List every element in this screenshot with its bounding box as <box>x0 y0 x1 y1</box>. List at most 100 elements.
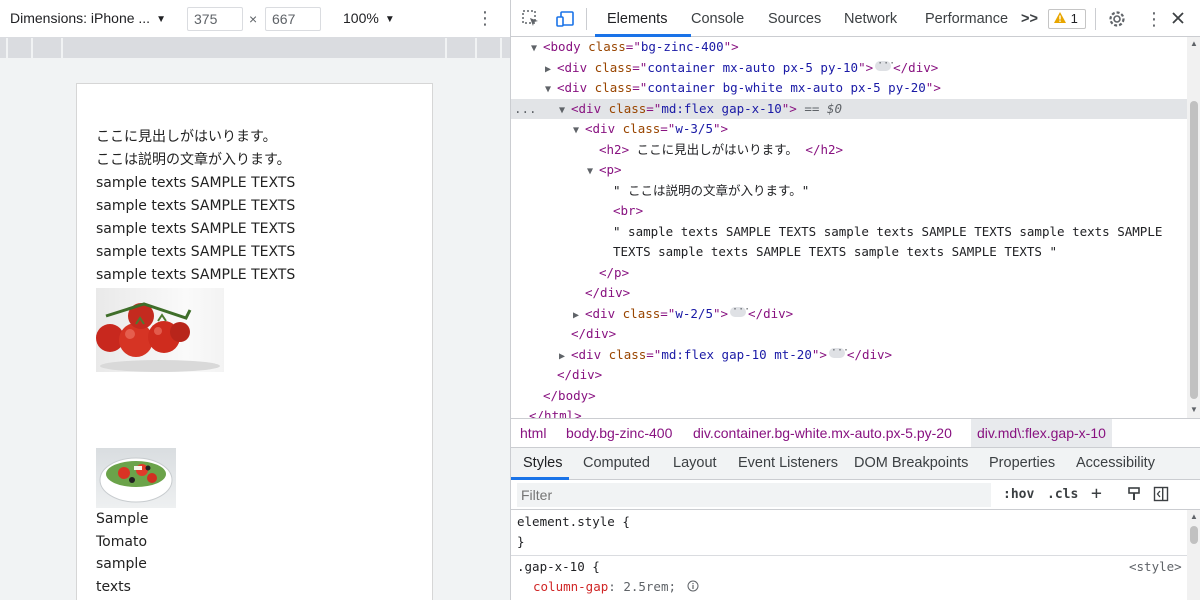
hover-state-toggle[interactable]: :hov <box>1003 487 1034 502</box>
tab-performance[interactable]: Performance <box>925 11 1008 27</box>
dom-node-div-close[interactable]: </div> <box>511 283 1187 304</box>
tab-dom-breakpoints[interactable]: DOM Breakpoints <box>854 455 968 471</box>
node-actions-dots[interactable]: ... <box>514 99 537 120</box>
attr-name: class <box>594 59 633 75</box>
styles-pane[interactable]: element.style { } .gap-x-10 { <style> co… <box>511 510 1187 600</box>
collapse-triangle-icon[interactable]: ▼ <box>573 121 585 142</box>
scroll-down-arrow-icon[interactable]: ▼ <box>1190 405 1198 414</box>
settings-gear-icon[interactable] <box>1107 9 1127 32</box>
dom-text-node[interactable]: " ここは説明の文章が入ります。" <box>511 181 1187 202</box>
tag-text: </html> <box>529 408 582 418</box>
dom-text-node-continued[interactable]: TEXTS sample texts SAMPLE TEXTS sample t… <box>511 242 1187 263</box>
more-tabs-button[interactable]: >> <box>1021 11 1038 27</box>
expand-triangle-icon[interactable]: ▶ <box>573 306 585 327</box>
dom-node-br[interactable]: <br> <box>511 201 1187 222</box>
dom-node-body-close[interactable]: </body> <box>511 386 1187 407</box>
device-toolbar-icon[interactable] <box>555 9 575 32</box>
tab-network[interactable]: Network <box>844 11 897 27</box>
tab-console[interactable]: Console <box>691 11 744 27</box>
dom-node-body[interactable]: ▼ <body class="bg-zinc-400"> <box>511 37 1187 58</box>
dom-node-div[interactable]: ▶<div class="md:flex gap-10 mt-20"> </div… <box>511 341 1187 368</box>
dom-node-p-close[interactable]: </p> <box>511 263 1187 284</box>
dom-node-div[interactable]: ▶<div class="w-2/5"> </div> <box>511 300 1187 327</box>
collapse-triangle-icon[interactable]: ▼ <box>559 101 571 122</box>
collapsed-content-ellipsis[interactable] <box>730 300 750 320</box>
dom-node-div[interactable]: ▶ <div class="container mx-auto px-5 py-1… <box>511 54 1187 81</box>
tag-text: </body> <box>543 387 596 403</box>
tag-text: </div> <box>748 305 794 321</box>
dom-node-div[interactable]: ▼ <div class="container bg-white mx-auto … <box>511 78 1187 99</box>
tab-properties[interactable]: Properties <box>989 455 1055 471</box>
element-style-selector[interactable]: element.style { <box>517 512 630 532</box>
dom-node-div[interactable]: ▼ <div class="w-3/5"> <box>511 119 1187 140</box>
rule-source-link[interactable]: <style> <box>1129 557 1182 577</box>
dom-node-h2[interactable]: <h2> ここに見出しがはいります。 </h2> <box>511 140 1187 161</box>
media-query-segment[interactable] <box>0 38 8 58</box>
css-property-value[interactable]: 2.5rem; <box>623 579 676 594</box>
breadcrumb-item-html[interactable]: html <box>520 425 546 441</box>
media-query-segment[interactable] <box>477 38 502 58</box>
collapse-triangle-icon[interactable]: ▼ <box>531 39 543 60</box>
styles-scrollbar[interactable]: ▲ <box>1187 510 1200 600</box>
dom-node-p[interactable]: ▼ <p> <box>511 160 1187 181</box>
expand-triangle-icon[interactable]: ▶ <box>545 60 557 81</box>
tab-computed[interactable]: Computed <box>583 455 650 471</box>
tab-styles[interactable]: Styles <box>523 455 563 471</box>
expand-triangle-icon[interactable]: ▶ <box>559 347 571 368</box>
tab-elements[interactable]: Elements <box>607 11 667 27</box>
css-declaration[interactable]: column-gap: 2.5rem; <box>533 577 699 597</box>
customize-menu-icon[interactable]: ⋮ <box>1145 9 1163 29</box>
dom-tree-scrollbar[interactable]: ▲ ▼ <box>1187 37 1200 418</box>
media-query-segment[interactable] <box>8 38 33 58</box>
tab-layout[interactable]: Layout <box>673 455 717 471</box>
collapsed-content-ellipsis[interactable] <box>875 54 895 74</box>
css-property-name[interactable]: column-gap <box>533 579 608 594</box>
add-rule-plus-icon[interactable]: + <box>1091 483 1102 504</box>
attr-name: class <box>622 305 661 321</box>
paint-brush-icon[interactable] <box>1126 486 1142 506</box>
collapse-triangle-icon[interactable]: ▼ <box>545 80 557 101</box>
collapsed-content-ellipsis[interactable] <box>828 341 849 361</box>
breadcrumb-item-current[interactable]: div.md\:flex.gap-x-10 <box>971 419 1112 447</box>
tab-sources[interactable]: Sources <box>768 11 821 27</box>
zoom-select[interactable]: 100% ▼ <box>343 10 395 26</box>
tab-event-listeners[interactable]: Event Listeners <box>738 455 838 471</box>
tag-text: =" <box>660 121 676 136</box>
scrollbar-thumb[interactable] <box>1190 526 1198 544</box>
tag-text: </h2> <box>805 141 844 157</box>
scroll-up-arrow-icon[interactable]: ▲ <box>1190 512 1198 521</box>
info-icon[interactable] <box>687 580 699 592</box>
media-query-segment[interactable] <box>447 38 477 58</box>
dom-tree[interactable]: ▼ <body class="bg-zinc-400"> ▶ <div class=… <box>511 37 1187 418</box>
dom-node-div-close[interactable]: </div> <box>511 365 1187 386</box>
close-icon[interactable] <box>1169 9 1187 30</box>
scroll-up-arrow-icon[interactable]: ▲ <box>1190 39 1198 48</box>
page-heading: ここに見出しがはいります。 <box>96 129 277 145</box>
styles-filter-input[interactable] <box>517 483 991 507</box>
media-query-bar[interactable] <box>0 38 510 58</box>
height-input[interactable] <box>265 7 321 31</box>
width-input[interactable] <box>187 7 243 31</box>
media-query-segment[interactable] <box>33 38 63 58</box>
inspect-element-icon[interactable] <box>521 9 541 32</box>
media-query-segment[interactable] <box>63 38 447 58</box>
breadcrumb-item-container[interactable]: div.container.bg-white.mx-auto.px-5.py-2… <box>693 425 952 441</box>
toggle-sidebar-icon[interactable] <box>1153 486 1169 506</box>
scrollbar-thumb[interactable] <box>1190 101 1198 399</box>
breadcrumb-item-body[interactable]: body.bg-zinc-400 <box>566 425 672 441</box>
dom-node-div-close[interactable]: </div> <box>511 324 1187 345</box>
tag-text: "> <box>723 39 739 54</box>
warnings-badge[interactable]: 1 <box>1048 9 1086 29</box>
dom-node-selected[interactable]: ... ▼ <div class="md:flex gap-x-10"> == $0 <box>511 98 1187 122</box>
tab-accessibility[interactable]: Accessibility <box>1076 455 1155 471</box>
tag-text: "> <box>858 59 874 75</box>
rule-selector[interactable]: .gap-x-10 { <box>517 557 600 577</box>
dom-text-node[interactable]: " sample texts SAMPLE TEXTS sample texts… <box>511 222 1187 243</box>
caret-down-icon: ▼ <box>384 14 395 25</box>
collapse-triangle-icon[interactable]: ▼ <box>587 162 599 183</box>
more-options-icon[interactable]: ⋮ <box>476 8 494 28</box>
dom-node-html-close[interactable]: </html> <box>511 406 1187 418</box>
class-toggle[interactable]: .cls <box>1047 487 1078 502</box>
dimensions-select[interactable]: Dimensions: iPhone ... ▼ <box>10 10 166 26</box>
tag-text: </div> <box>571 326 617 341</box>
